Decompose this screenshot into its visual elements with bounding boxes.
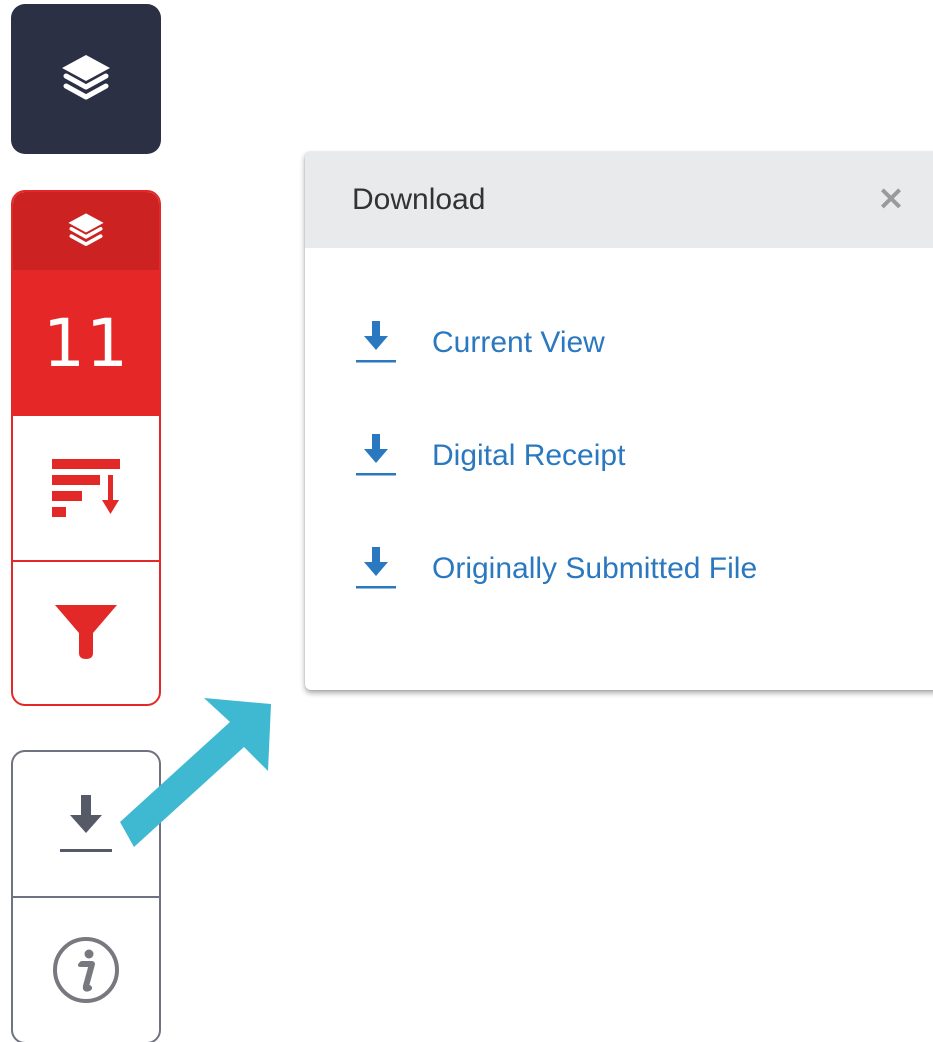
popup-header: Download × — [305, 152, 933, 248]
popup-title: Download — [352, 183, 486, 216]
download-digital-receipt[interactable]: Digital Receipt — [355, 431, 625, 481]
download-icon — [60, 795, 112, 852]
download-option-label: Digital Receipt — [432, 439, 626, 472]
info-icon — [53, 937, 119, 1003]
close-icon[interactable]: × — [873, 178, 909, 218]
download-icon — [356, 321, 396, 363]
layers-icon — [68, 213, 104, 247]
tool-group — [11, 750, 161, 1042]
download-icon — [356, 434, 396, 476]
download-option-label: Current View — [432, 326, 605, 359]
similarity-panel: 11 — [11, 190, 161, 706]
download-icon — [356, 547, 396, 589]
download-current-view[interactable]: Current View — [355, 318, 605, 368]
download-popup: Download × Current View Digital Receipt — [305, 152, 933, 690]
download-originally-submitted-file[interactable]: Originally Submitted File — [355, 544, 757, 594]
layers-icon — [62, 55, 110, 100]
download-button[interactable] — [13, 752, 159, 896]
similarity-score[interactable]: 11 — [13, 270, 159, 416]
download-option-label: Originally Submitted File — [432, 552, 758, 585]
viewer-stage: 11 Download × Current View Digital Recei… — [0, 0, 933, 1042]
layers-button[interactable] — [11, 4, 161, 154]
sort-button[interactable] — [13, 416, 159, 560]
filter-button[interactable] — [13, 560, 159, 704]
filter-icon — [55, 605, 117, 659]
sort-icon — [52, 459, 120, 517]
similarity-header[interactable] — [13, 192, 159, 270]
info-button[interactable] — [13, 896, 159, 1042]
